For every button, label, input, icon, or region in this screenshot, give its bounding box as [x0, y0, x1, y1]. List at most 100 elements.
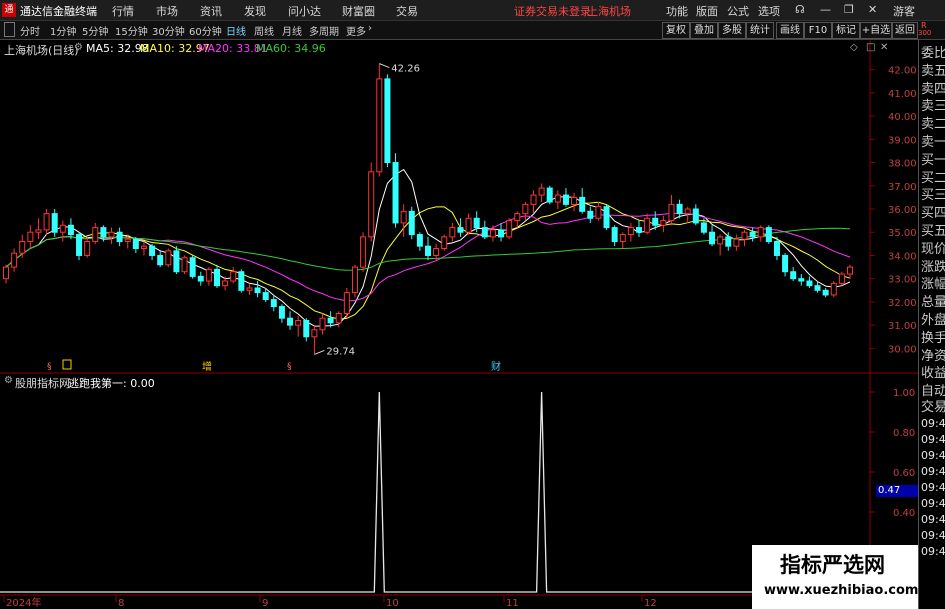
settings-icon[interactable]: ⚙ — [74, 42, 83, 53]
tab-weekly[interactable]: 周线 — [254, 23, 274, 38]
candle-body — [100, 227, 107, 238]
candle-body — [214, 268, 220, 287]
tab-15min[interactable]: 15分钟 — [115, 23, 148, 38]
draw-line-button[interactable]: 画线 — [776, 22, 804, 39]
menu-trade[interactable]: 交易 — [396, 3, 418, 19]
chevron-right-icon[interactable]: › — [368, 23, 372, 34]
menu-bar: 通 通达信金融终端 行情 市场 资讯 发现 问小达 财富圈 交易 证券交易未登录… — [0, 0, 945, 21]
menu-layout[interactable]: 版面 — [696, 3, 718, 19]
candle-body — [425, 245, 431, 256]
tab-30min[interactable]: 30分钟 — [152, 23, 185, 38]
f10-button[interactable]: F10 — [804, 22, 832, 39]
candle-body — [481, 227, 488, 238]
candle — [230, 267, 237, 284]
candle — [579, 188, 586, 214]
side-bottom-10: 09:40 — [921, 545, 945, 558]
candle-body — [254, 287, 261, 294]
candle — [822, 287, 829, 298]
mark-button[interactable]: 标记 — [832, 22, 860, 39]
side-label-3: 卖三 — [921, 99, 945, 115]
menu-market[interactable]: 市场 — [156, 3, 178, 19]
tab-5min[interactable]: 5分钟 — [82, 23, 108, 38]
menu-news[interactable]: 资讯 — [200, 3, 222, 19]
indicator-settings-icon[interactable]: ⚙ — [4, 375, 13, 386]
candle-body — [506, 220, 513, 238]
back-box-icon[interactable] — [4, 22, 15, 37]
minimize-icon[interactable]: — — [820, 3, 831, 16]
candle — [92, 222, 99, 244]
candle-body — [197, 275, 204, 282]
restore-rights-button[interactable]: 复权 — [662, 22, 690, 39]
restore-icon[interactable]: ❐ — [844, 3, 854, 16]
close-icon[interactable]: ✕ — [868, 3, 877, 16]
tab-monthly[interactable]: 月线 — [282, 23, 302, 38]
candle-body — [562, 194, 569, 205]
candle-body — [335, 313, 342, 324]
add-favorite-button[interactable]: +自选 — [860, 22, 892, 39]
app-logo-icon: 通 — [2, 3, 16, 17]
tab-60min[interactable]: 60分钟 — [189, 23, 222, 38]
candle-body — [725, 236, 732, 247]
candle-body — [205, 268, 212, 282]
side-bottom-8: 09:40 — [921, 513, 945, 526]
menu-formula[interactable]: 公式 — [727, 3, 749, 19]
overlay-button[interactable]: 叠加 — [690, 22, 718, 39]
candle-body — [51, 213, 58, 233]
candle-body — [441, 236, 448, 249]
date-label: 12 — [644, 598, 657, 609]
candle — [408, 206, 415, 240]
candle — [514, 211, 521, 228]
candle — [441, 234, 448, 251]
candle-body — [757, 227, 764, 238]
headset-icon[interactable]: ☊ — [795, 3, 805, 16]
candle-body — [222, 280, 229, 287]
tab-multi[interactable]: 多周期 — [309, 23, 339, 38]
candle-body — [684, 208, 691, 215]
candle-body — [611, 227, 618, 243]
multi-stock-button[interactable]: 多股 — [718, 22, 746, 39]
menu-ask[interactable]: 问小达 — [288, 3, 321, 19]
candle-body — [619, 234, 626, 243]
close-chart-icon[interactable]: ✕ — [880, 42, 888, 53]
tab-1min[interactable]: 1分钟 — [50, 23, 76, 38]
candle-body — [132, 238, 139, 249]
side-bottom-1[interactable]: 交易 — [921, 400, 945, 416]
chart-area[interactable]: 42.26 29.74 增 财 § § 42.00 41.00 40.00 39.00 38.00… — [0, 40, 918, 609]
candle — [717, 234, 724, 256]
tab-intraday[interactable]: 分时 — [20, 23, 40, 38]
menu-quotes[interactable]: 行情 — [112, 3, 134, 19]
tab-daily[interactable]: 日线 — [226, 23, 246, 38]
candle — [214, 264, 220, 288]
candle — [59, 220, 66, 242]
candle — [554, 190, 561, 209]
event-marker-s2: § — [287, 362, 292, 372]
menu-options[interactable]: 选项 — [758, 3, 780, 19]
tab-more[interactable]: 更多 — [346, 23, 366, 38]
date-label: 10 — [386, 598, 399, 609]
candle — [270, 294, 277, 312]
maximize-chart-icon[interactable]: □ — [866, 42, 875, 53]
diamond-icon[interactable]: ◇ — [850, 42, 858, 53]
candle-body — [579, 196, 586, 212]
candle-body — [230, 271, 237, 282]
candle — [11, 248, 18, 272]
candle — [741, 229, 748, 247]
side-bottom-0[interactable]: 自动 — [921, 384, 945, 400]
candle-body — [465, 217, 472, 233]
menu-function[interactable]: 功能 — [666, 3, 688, 19]
login-status[interactable]: 证券交易未登录 — [514, 3, 591, 19]
statistics-button[interactable]: 统计 — [746, 22, 774, 39]
menu-wealth[interactable]: 财富圈 — [342, 3, 375, 19]
candle — [181, 255, 188, 275]
candle — [173, 246, 180, 275]
candle — [587, 206, 594, 223]
candle-body — [76, 234, 83, 256]
guest-label[interactable]: 游客 — [893, 3, 915, 19]
candle — [76, 232, 83, 261]
candle — [611, 225, 618, 247]
candle — [838, 271, 845, 286]
candle-body — [847, 266, 853, 275]
candle — [562, 188, 569, 207]
menu-discover[interactable]: 发现 — [244, 3, 266, 19]
return-button[interactable]: 返回 — [892, 22, 918, 39]
